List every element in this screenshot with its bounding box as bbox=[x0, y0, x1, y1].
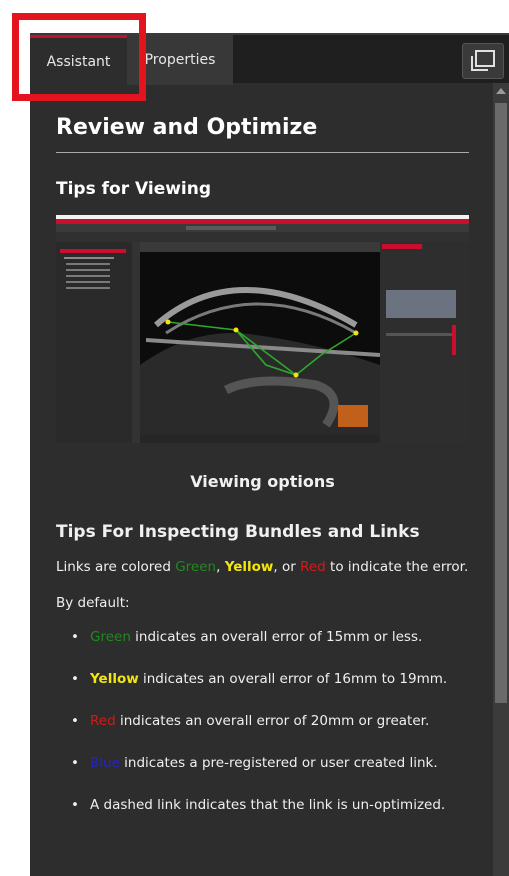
list-item: A dashed link indicates that the link is… bbox=[56, 794, 496, 836]
links-text-sep2: , or bbox=[273, 559, 301, 575]
title-divider bbox=[56, 152, 469, 153]
restore-window-button[interactable] bbox=[462, 43, 504, 79]
links-text-sep1: , bbox=[216, 559, 225, 575]
list-item: Green indicates an overall error of 15mm… bbox=[56, 626, 496, 668]
restore-window-icon bbox=[471, 50, 495, 71]
bullet-red-text: indicates an overall error of 20mm or gr… bbox=[115, 713, 430, 729]
assistant-content: Review and Optimize Tips for Viewing Vie… bbox=[56, 83, 496, 836]
bullet-green-text: indicates an overall error of 15mm or le… bbox=[130, 629, 423, 645]
yellow-word: Yellow bbox=[224, 559, 274, 575]
tab-assistant[interactable]: Assistant bbox=[30, 35, 127, 85]
tab-assistant-label: Assistant bbox=[46, 53, 111, 70]
page-title: Review and Optimize bbox=[56, 115, 318, 140]
list-item: Blue indicates a pre-registered or user … bbox=[56, 752, 496, 794]
green-word: Green bbox=[175, 559, 217, 575]
panel-tab-bar: Assistant Properties bbox=[30, 33, 509, 85]
red-word: Red bbox=[300, 559, 326, 575]
link-color-legend-list: Green indicates an overall error of 15mm… bbox=[56, 626, 496, 836]
list-item: Red indicates an overall error of 20mm o… bbox=[56, 710, 496, 752]
bullet-green-word: Green bbox=[90, 629, 131, 645]
bullet-red-word: Red bbox=[90, 713, 116, 729]
by-default-label: By default: bbox=[56, 595, 130, 611]
tab-properties-label: Properties bbox=[144, 52, 216, 68]
list-item: Yellow indicates an overall error of 16m… bbox=[56, 668, 496, 710]
tips-inspecting-heading: Tips For Inspecting Bundles and Links bbox=[56, 522, 420, 542]
bullet-yellow-word: Yellow bbox=[90, 671, 139, 687]
viewing-options-screenshot bbox=[56, 215, 469, 443]
bullet-yellow-text: indicates an overall error of 16mm to 19… bbox=[138, 671, 448, 687]
point-cloud-screenshot-image bbox=[56, 215, 469, 443]
scroll-up-arrow-icon[interactable] bbox=[496, 88, 506, 94]
assistant-panel: Assistant Properties Review and Optimize… bbox=[30, 33, 509, 876]
bullet-blue-word: Blue bbox=[90, 755, 120, 771]
links-color-paragraph: Links are colored Green, Yellow, or Red … bbox=[56, 556, 476, 578]
bullet-dashed-text: A dashed link indicates that the link is… bbox=[90, 797, 446, 813]
tips-viewing-heading: Tips for Viewing bbox=[56, 179, 212, 199]
tab-properties[interactable]: Properties bbox=[127, 35, 233, 85]
links-text-prefix: Links are colored bbox=[56, 559, 176, 575]
image-caption: Viewing options bbox=[190, 472, 335, 491]
links-text-suffix: to indicate the error. bbox=[325, 559, 469, 575]
scrollbar-thumb[interactable] bbox=[495, 103, 507, 703]
bullet-blue-text: indicates a pre-registered or user creat… bbox=[119, 755, 438, 771]
